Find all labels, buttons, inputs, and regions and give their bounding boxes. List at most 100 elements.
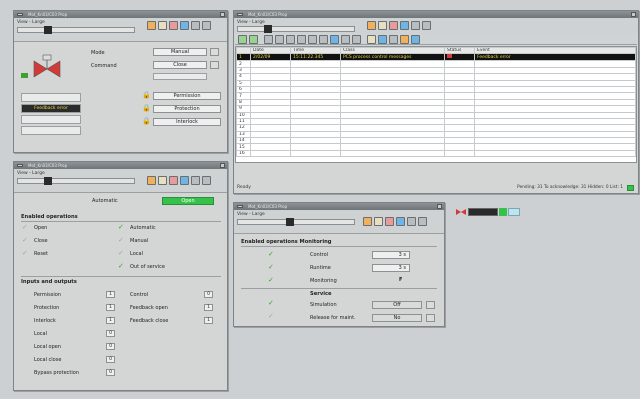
close-icon[interactable] <box>437 204 442 209</box>
help-icon[interactable] <box>396 217 405 226</box>
history-icon[interactable] <box>389 35 398 44</box>
view-toggle-icon[interactable] <box>286 218 294 226</box>
simulation-select-button[interactable] <box>426 301 435 309</box>
message-icon[interactable] <box>389 21 398 30</box>
nav-strip[interactable] <box>17 27 135 33</box>
help-icon[interactable] <box>180 176 189 185</box>
monitor-value[interactable]: 3 s <box>372 264 410 272</box>
trend-icon[interactable] <box>378 21 387 30</box>
interlock-button[interactable]: Interlock <box>153 118 221 126</box>
command-select-button[interactable] <box>210 61 219 69</box>
filter-icon[interactable] <box>264 35 273 44</box>
io-value: 0 <box>106 356 115 363</box>
minimize-icon[interactable] <box>411 21 420 30</box>
simulation-value[interactable]: Off <box>372 301 422 309</box>
faceplate-window: Mot_Kn03/C03 Prop View - Large Mode Manu… <box>13 10 228 153</box>
valve-icon[interactable] <box>32 53 62 83</box>
check-icon: ✓ <box>268 250 274 258</box>
sort-icon[interactable] <box>275 35 284 44</box>
mini-faceplate[interactable] <box>455 206 523 218</box>
monitor-value[interactable]: 3 s <box>372 251 410 259</box>
monitoring-titlebar[interactable]: Mot_Kn03/C03 Prop <box>234 203 444 210</box>
alarm-table[interactable]: Date Time Class Status Event 1 2/02/09 15:… <box>235 46 637 163</box>
export-icon[interactable] <box>352 35 361 44</box>
settings-icon[interactable] <box>378 35 387 44</box>
io-label: Permission <box>34 292 61 298</box>
mode-select-button[interactable] <box>210 48 219 56</box>
close-icon[interactable] <box>220 163 225 168</box>
alarm-titlebar[interactable]: Mot_Kn03/C03 Prop <box>234 11 638 18</box>
check-icon: ✓ <box>268 263 274 271</box>
message-icon[interactable] <box>169 21 178 30</box>
alarm-icon[interactable] <box>147 176 156 185</box>
help-icon[interactable] <box>180 21 189 30</box>
io-value: 1 <box>204 304 213 311</box>
view-toggle-icon[interactable] <box>264 25 272 33</box>
trend-icon[interactable] <box>374 217 383 226</box>
monitoring-checkbox[interactable]: F <box>399 277 402 283</box>
release-value[interactable]: No <box>372 314 422 322</box>
last-page-icon[interactable] <box>319 35 328 44</box>
protection-button[interactable]: Protection <box>153 105 221 113</box>
faceplate-titlebar[interactable]: Mot_Kn03/C03 Prop <box>14 11 227 18</box>
help-icon[interactable] <box>400 21 409 30</box>
alarm-icon[interactable] <box>367 21 376 30</box>
help-icon[interactable] <box>411 35 420 44</box>
io-label: Bypass protection <box>34 370 79 376</box>
io-label: Feedback open <box>130 305 168 311</box>
io-label: Interlock <box>34 318 56 324</box>
message-icon[interactable] <box>385 217 394 226</box>
mini-indicator <box>508 208 520 216</box>
view-label: View - Large <box>237 20 265 25</box>
mode-value[interactable]: Manual <box>153 48 207 56</box>
pin-icon[interactable] <box>422 21 431 30</box>
minimize-icon[interactable] <box>191 176 200 185</box>
release-select-button[interactable] <box>426 314 435 322</box>
print-icon[interactable] <box>367 35 376 44</box>
trend-icon[interactable] <box>158 176 167 185</box>
table-row[interactable]: 16 <box>236 149 636 158</box>
minimize-icon[interactable] <box>191 21 200 30</box>
table-cell: Feedback error <box>474 53 636 62</box>
check-icon: ✓ <box>118 262 124 270</box>
pin-icon[interactable] <box>202 176 211 185</box>
pin-icon[interactable] <box>202 21 211 30</box>
first-page-icon[interactable] <box>286 35 295 44</box>
message-icon[interactable] <box>169 176 178 185</box>
nav-strip[interactable] <box>17 178 135 184</box>
op-open-label: Open <box>34 225 48 231</box>
table-row[interactable]: 1 2/02/09 15:11:22.345 PCS process control … <box>236 53 636 62</box>
next-page-icon[interactable] <box>308 35 317 44</box>
divider <box>21 276 221 277</box>
alarm-icon[interactable] <box>363 217 372 226</box>
lock-icon[interactable] <box>341 35 350 44</box>
trend-icon[interactable] <box>158 21 167 30</box>
prev-page-icon[interactable] <box>297 35 306 44</box>
close-icon[interactable] <box>220 12 225 17</box>
acknowledge-all-icon[interactable] <box>249 35 258 44</box>
view-toggle-icon[interactable] <box>44 177 52 185</box>
operations-titlebar[interactable]: Mot_Kn03/C03 Prop <box>14 162 227 169</box>
command-value[interactable]: Close <box>153 61 207 69</box>
info-icon[interactable] <box>330 35 339 44</box>
alarm-icon[interactable] <box>147 21 156 30</box>
close-icon[interactable] <box>631 12 636 17</box>
acknowledge-icon[interactable] <box>238 35 247 44</box>
minimize-icon[interactable] <box>407 217 416 226</box>
pin-icon[interactable] <box>418 217 427 226</box>
statistics-icon[interactable] <box>400 35 409 44</box>
nav-strip[interactable] <box>237 26 355 32</box>
io-label: Feedback close <box>130 318 169 324</box>
view-toggle-icon[interactable] <box>44 26 52 34</box>
permission-button[interactable]: Permission <box>153 92 221 100</box>
open-button[interactable]: Open <box>162 197 214 205</box>
valve-icon <box>456 209 466 215</box>
view-label: View - Large <box>237 212 265 217</box>
table-cell <box>290 149 341 158</box>
io-value: 0 <box>106 343 115 350</box>
nav-strip[interactable] <box>237 219 355 225</box>
monitoring-window: Mot_Kn03/C03 Prop View - Large Enabled o… <box>233 202 445 327</box>
release-label: Release for maint. <box>310 315 356 321</box>
check-icon: ✓ <box>22 236 28 244</box>
op-close-label: Close <box>34 238 48 244</box>
